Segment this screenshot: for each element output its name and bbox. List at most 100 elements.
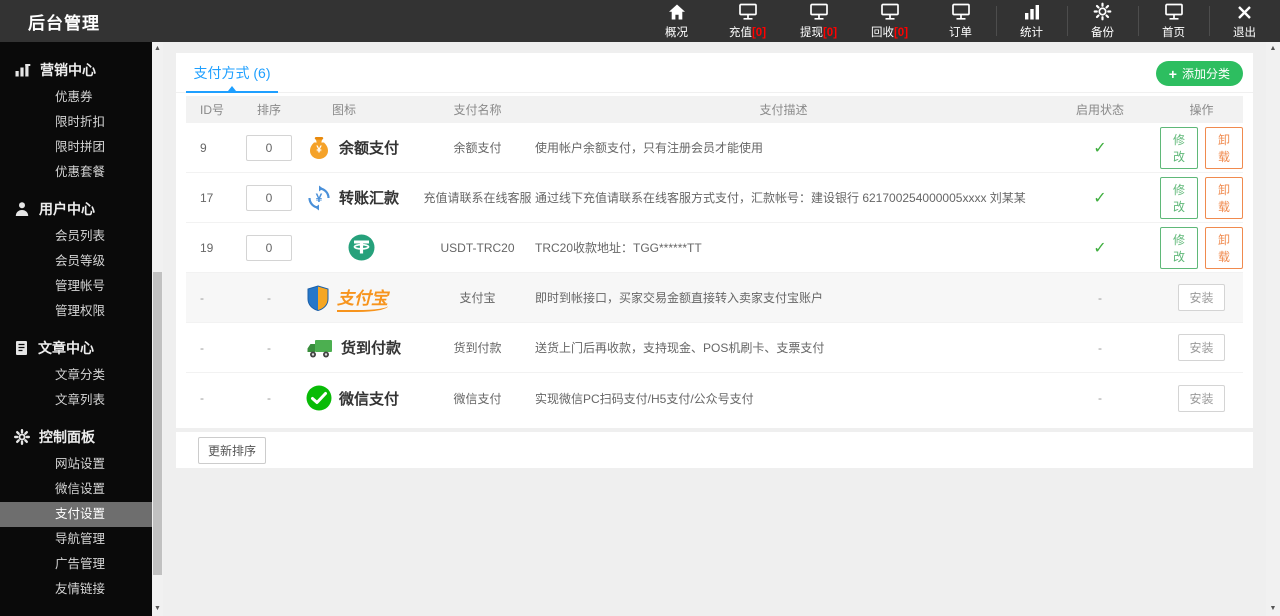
header-desc: 支付描述	[759, 103, 808, 117]
sidebar-item-wechat-settings[interactable]: 微信设置	[0, 477, 152, 502]
sidebar-item-friend-links[interactable]: 友情链接	[0, 577, 152, 602]
nav-item-orders[interactable]: 订单	[925, 0, 996, 42]
scrollbar-thumb[interactable]	[153, 272, 162, 575]
cell-desc: 通过线下充值请联系在线客服方式支付，汇款帐号：建设银行 621700254000…	[535, 191, 1026, 205]
scroll-up-arrow[interactable]: ▲	[1266, 43, 1280, 55]
install-button[interactable]: 安装	[1178, 284, 1225, 311]
cell-id: 19	[200, 240, 214, 255]
nav-item-overview[interactable]: 概况	[641, 0, 712, 42]
bar-chart-icon	[1023, 3, 1041, 21]
monitor-icon	[879, 3, 901, 21]
header-sort: 排序	[256, 103, 281, 117]
edit-button[interactable]: 修改	[1160, 126, 1198, 169]
sidebar-scrollbar[interactable]: ▲ ▼	[152, 42, 163, 616]
cell-desc: 送货上门后再收款，支持现金、POS机刷卡、支票支付	[535, 341, 825, 355]
cell-id: -	[200, 290, 204, 305]
nav-item-recycle[interactable]: 回收[0]	[854, 0, 925, 42]
header-icon: 图标	[332, 103, 357, 117]
table-row-bank-transfer: 17 ¥ 转账汇款 充值请联系在线客服 通过线下充值请联系在线客服方式支付，汇款…	[186, 173, 1243, 223]
main-scrollbar[interactable]: ▲ ▼	[1266, 42, 1280, 616]
nav-item-stats[interactable]: 统计	[996, 0, 1067, 42]
nav-label: 首页	[1162, 27, 1185, 39]
nav-label: 订单	[949, 27, 972, 39]
enabled-check-icon: ✓	[1093, 239, 1107, 257]
sidebar-item-group-buy[interactable]: 限时拼团	[0, 135, 152, 160]
payment-table: ID号 排序 图标 支付名称 支付描述 启用状态 操作 9 ¥ 余额支付 余额支…	[186, 96, 1243, 423]
sidebar-item-admin-permissions[interactable]: 管理权限	[0, 299, 152, 324]
nav-label: 统计	[1020, 27, 1043, 39]
enabled-check-icon: ✓	[1093, 139, 1107, 157]
nav-label: 回收[0]	[870, 27, 909, 39]
sidebar-item-admin-accounts[interactable]: 管理帐号	[0, 274, 152, 299]
nav-item-recharge[interactable]: 充值[0]	[712, 0, 783, 42]
home-icon	[667, 3, 687, 21]
nav-item-homepage[interactable]: 首页	[1138, 0, 1209, 42]
sidebar-header-marketing[interactable]: 营销中心	[0, 57, 152, 83]
table-row-wechat-pay: - - 微信支付 微信支付 实现微信PC扫码支付/H5支付/公众号支付 - 安装	[186, 373, 1243, 423]
nav-item-backup[interactable]: 备份	[1067, 0, 1138, 42]
cell-name: 充值请联系在线客服	[423, 191, 532, 205]
header-ops: 操作	[1189, 103, 1214, 117]
table-row-alipay: - - 支付宝 支付宝 即时到帐接口，买家交易金额直接转入卖家支付宝账户 - 安…	[186, 273, 1243, 323]
sidebar-item-discount-package[interactable]: 优惠套餐	[0, 160, 152, 185]
sidebar-header-control-panel[interactable]: 控制面板	[0, 424, 152, 450]
sidebar-item-site-settings[interactable]: 网站设置	[0, 452, 152, 477]
sidebar-header-articles[interactable]: 文章中心	[0, 335, 152, 361]
sidebar-item-article-list[interactable]: 文章列表	[0, 388, 152, 413]
sidebar-header-users[interactable]: 用户中心	[0, 196, 152, 222]
sidebar-item-nav-management[interactable]: 导航管理	[0, 527, 152, 552]
uninstall-button[interactable]: 卸载	[1205, 226, 1243, 269]
sidebar-item-coupons[interactable]: 优惠券	[0, 85, 152, 110]
sort-input[interactable]	[246, 184, 292, 211]
sidebar-item-member-list[interactable]: 会员列表	[0, 224, 152, 249]
edit-button[interactable]: 修改	[1160, 226, 1198, 269]
update-sort-bar: 更新排序	[176, 432, 1253, 468]
cell-id: 17	[200, 190, 214, 205]
add-category-button[interactable]: + 添加分类	[1155, 61, 1243, 86]
recycle-badge: [0]	[893, 27, 909, 39]
nav-item-withdraw[interactable]: 提现[0]	[783, 0, 854, 42]
nav-label: 提现[0]	[799, 27, 838, 39]
sort-input[interactable]	[246, 234, 292, 261]
sort-input[interactable]	[246, 134, 292, 161]
recharge-badge: [0]	[751, 27, 767, 39]
update-sort-button[interactable]: 更新排序	[198, 436, 267, 464]
payment-methods-card: 支付方式 (6) + 添加分类 ID号 排序 图标 支付名称 支付描述 启用状态…	[176, 53, 1253, 428]
header-id: ID号	[200, 103, 225, 117]
scroll-up-arrow[interactable]: ▲	[152, 43, 163, 55]
enabled-check-icon: ✓	[1093, 189, 1107, 207]
tab-payment-methods[interactable]: 支付方式 (6)	[186, 53, 278, 93]
sidebar-item-flash-discount[interactable]: 限时折扣	[0, 110, 152, 135]
install-button[interactable]: 安装	[1178, 334, 1225, 361]
nav-label: 概况	[665, 27, 688, 39]
monitor-icon	[950, 3, 972, 21]
cell-name: 货到付款	[453, 341, 502, 355]
nav-item-logout[interactable]: 退出	[1209, 0, 1280, 42]
cell-sort: -	[267, 391, 271, 405]
gear-icon	[14, 429, 30, 445]
monitor-icon	[1163, 3, 1185, 21]
gear-icon	[1093, 2, 1112, 21]
uninstall-button[interactable]: 卸载	[1205, 126, 1243, 169]
bank-transfer-icon: ¥	[306, 185, 332, 211]
scroll-down-arrow[interactable]: ▼	[1266, 603, 1280, 615]
svg-text:¥: ¥	[316, 191, 323, 205]
cell-desc: TRC20收款地址：TGG******TT	[535, 241, 702, 255]
sidebar-item-member-level[interactable]: 会员等级	[0, 249, 152, 274]
cell-name: USDT-TRC20	[440, 240, 515, 255]
sidebar-item-article-categories[interactable]: 文章分类	[0, 363, 152, 388]
uninstall-button[interactable]: 卸载	[1205, 176, 1243, 219]
sidebar-item-payment-settings[interactable]: 支付设置	[0, 502, 152, 527]
icon-label: 余额支付	[339, 140, 400, 157]
svg-text:¥: ¥	[316, 144, 322, 155]
table-row-usdt: 19 USDT-TRC20 TRC20收款地址：TGG******TT ✓ 修改…	[186, 223, 1243, 273]
app-title: 后台管理	[28, 13, 100, 33]
balance-pay-icon: ¥	[306, 135, 332, 161]
cell-status: -	[1098, 340, 1102, 355]
edit-button[interactable]: 修改	[1160, 176, 1198, 219]
install-button[interactable]: 安装	[1178, 384, 1225, 412]
sidebar-item-ad-management[interactable]: 广告管理	[0, 552, 152, 577]
scroll-down-arrow[interactable]: ▼	[152, 603, 163, 615]
wechat-pay-icon	[306, 385, 332, 411]
chart-icon	[14, 62, 31, 78]
